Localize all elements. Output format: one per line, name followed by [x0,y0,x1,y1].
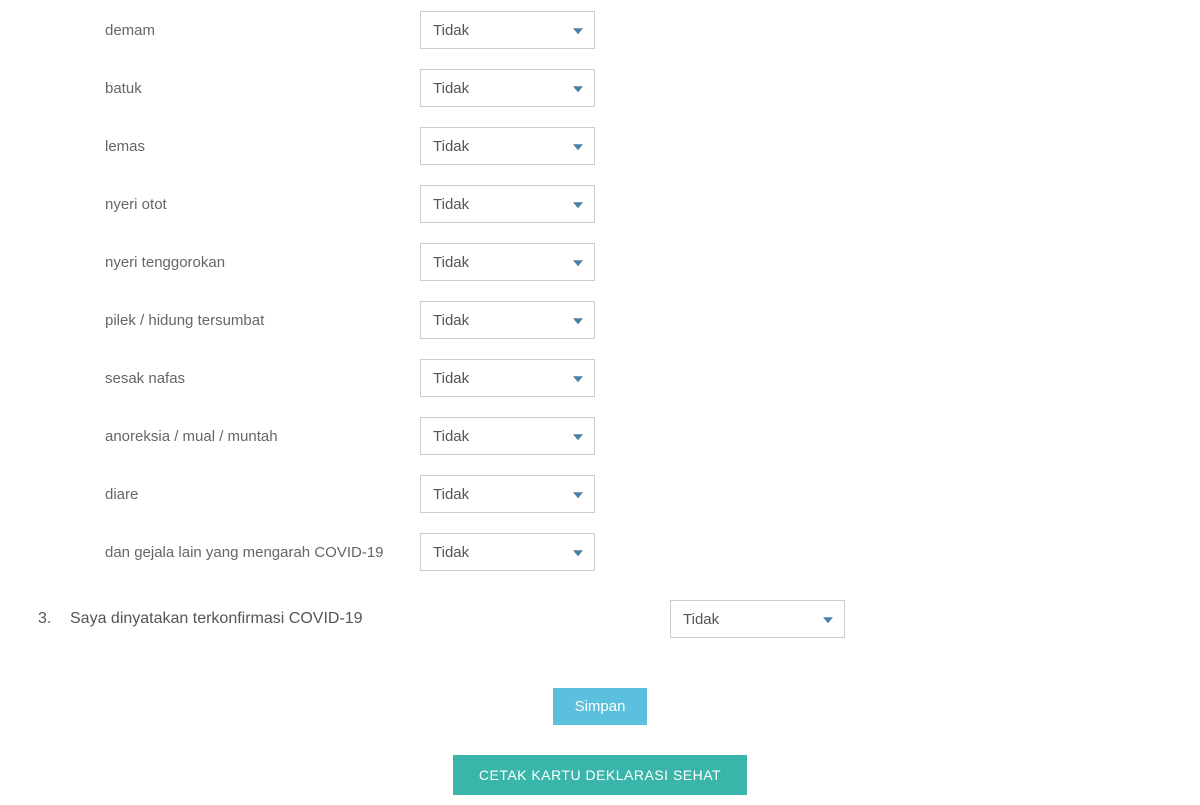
symptom-select-pilek[interactable]: Tidak [420,301,595,339]
question-3-select[interactable]: Tidak [670,600,845,638]
symptom-row-anoreksia: anoreksia / mual / muntah Tidak [30,416,1170,456]
symptom-select-batuk[interactable]: Tidak [420,69,595,107]
symptom-row-nyeri-otot: nyeri otot Tidak [30,184,1170,224]
select-wrap: Tidak [670,600,845,638]
select-wrap: Tidak [420,301,595,339]
symptom-select-gejala-lain[interactable]: Tidak [420,533,595,571]
symptom-select-sesak-nafas[interactable]: Tidak [420,359,595,397]
select-wrap: Tidak [420,69,595,107]
symptom-row-nyeri-tenggorokan: nyeri tenggorokan Tidak [30,242,1170,282]
select-wrap: Tidak [420,243,595,281]
symptom-row-lemas: lemas Tidak [30,126,1170,166]
symptom-label: nyeri otot [30,196,420,213]
symptom-select-nyeri-otot[interactable]: Tidak [420,185,595,223]
select-wrap: Tidak [420,533,595,571]
symptom-row-batuk: batuk Tidak [30,68,1170,108]
symptom-label: anoreksia / mual / muntah [30,428,420,445]
symptom-select-demam[interactable]: Tidak [420,11,595,49]
simpan-button[interactable]: Simpan [553,688,648,725]
symptom-select-lemas[interactable]: Tidak [420,127,595,165]
select-wrap: Tidak [420,417,595,455]
symptom-select-anoreksia[interactable]: Tidak [420,417,595,455]
symptom-list: demam Tidak batuk Tidak lemas Tidak nyer… [30,10,1170,572]
symptom-label: batuk [30,80,420,97]
symptom-row-diare: diare Tidak [30,474,1170,514]
symptom-label: nyeri tenggorokan [30,254,420,271]
question-3-row: 3. Saya dinyatakan terkonfirmasi COVID-1… [30,600,1170,638]
symptom-label: diare [30,486,420,503]
symptom-row-gejala-lain: dan gejala lain yang mengarah COVID-19 T… [30,532,1170,572]
select-wrap: Tidak [420,475,595,513]
select-wrap: Tidak [420,185,595,223]
symptom-label: demam [30,22,420,39]
symptom-label: pilek / hidung tersumbat [30,312,420,329]
symptom-label: dan gejala lain yang mengarah COVID-19 [30,544,420,561]
symptom-label: lemas [30,138,420,155]
question-text: Saya dinyatakan terkonfirmasi COVID-19 [70,610,670,628]
cetak-kartu-button[interactable]: CETAK KARTU DEKLARASI SEHAT [453,755,747,795]
symptom-label: sesak nafas [30,370,420,387]
symptom-select-nyeri-tenggorokan[interactable]: Tidak [420,243,595,281]
buttons-area: Simpan CETAK KARTU DEKLARASI SEHAT [30,688,1170,795]
question-number: 3. [30,610,70,628]
symptom-row-demam: demam Tidak [30,10,1170,50]
select-wrap: Tidak [420,127,595,165]
symptom-row-pilek: pilek / hidung tersumbat Tidak [30,300,1170,340]
select-wrap: Tidak [420,359,595,397]
symptom-row-sesak-nafas: sesak nafas Tidak [30,358,1170,398]
select-wrap: Tidak [420,11,595,49]
symptom-select-diare[interactable]: Tidak [420,475,595,513]
